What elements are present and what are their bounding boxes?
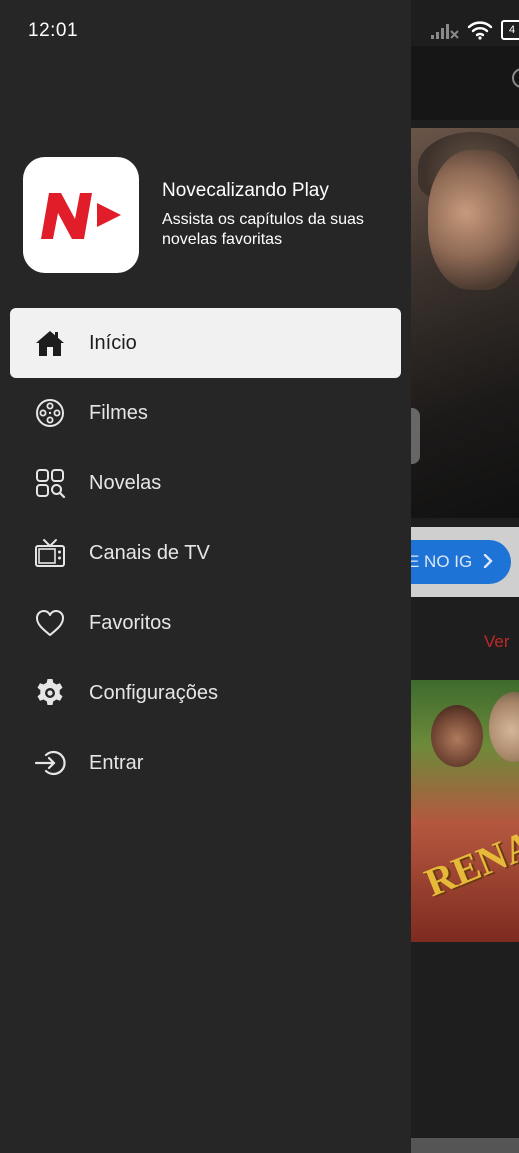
menu-item-favoritos[interactable]: Favoritos <box>10 588 401 658</box>
home-icon <box>36 331 64 356</box>
signal-icon <box>431 24 459 39</box>
menu-item-label: Configurações <box>89 681 218 704</box>
film-reel-icon <box>36 399 64 427</box>
background-top-bar <box>411 46 519 120</box>
chevron-right-icon <box>483 540 493 584</box>
menu-item-inicio[interactable]: Início <box>10 308 401 378</box>
wifi-icon <box>467 21 493 40</box>
instagram-follow-button: E NO IG <box>411 540 511 584</box>
menu-item-novelas[interactable]: Novelas <box>10 448 401 518</box>
poster-title: RENASC <box>418 801 519 906</box>
status-icons: 4 <box>431 18 519 42</box>
heart-icon <box>36 610 64 636</box>
menu-item-label: Novelas <box>89 471 162 494</box>
poster-person-2 <box>489 692 519 762</box>
menu-item-filmes[interactable]: Filmes <box>10 378 401 448</box>
grid-search-icon <box>36 469 66 499</box>
novecalizando-logo-icon <box>23 157 139 273</box>
background-bottom-edge <box>411 1138 519 1153</box>
hero-image-face <box>428 150 519 290</box>
see-all-link: Ver <box>484 632 510 651</box>
tv-icon <box>35 539 65 567</box>
menu-item-label: Favoritos <box>89 611 172 634</box>
menu-item-entrar[interactable]: Entrar <box>10 728 401 798</box>
status-bar: 12:01 4 <box>0 0 519 46</box>
gear-icon <box>37 679 63 705</box>
instagram-follow-label: E NO IG <box>411 552 473 571</box>
sign-in-icon <box>34 750 66 776</box>
app-subtitle: Assista os capítulos da suas novelas fav… <box>162 211 364 248</box>
menu-item-label: Entrar <box>89 751 144 774</box>
app-name: Novecalizando Play <box>162 180 329 201</box>
drawer-menu: Início Filmes Novelas Canais de TV Favor… <box>10 308 401 798</box>
menu-item-configuracoes[interactable]: Configurações <box>10 658 401 728</box>
menu-item-label: Canais de TV <box>89 541 210 564</box>
novela-poster: RENASC <box>411 680 519 942</box>
menu-item-label: Início <box>89 331 137 354</box>
menu-item-label: Filmes <box>89 401 148 424</box>
navigation-drawer: Novecalizando Play Assista os capítulos … <box>0 0 411 1153</box>
menu-item-canais-de-tv[interactable]: Canais de TV <box>10 518 401 588</box>
battery-icon: 4 <box>501 20 519 40</box>
poster-person-1 <box>431 705 483 767</box>
hero-action-button <box>411 408 420 464</box>
status-time: 12:01 <box>28 20 79 41</box>
